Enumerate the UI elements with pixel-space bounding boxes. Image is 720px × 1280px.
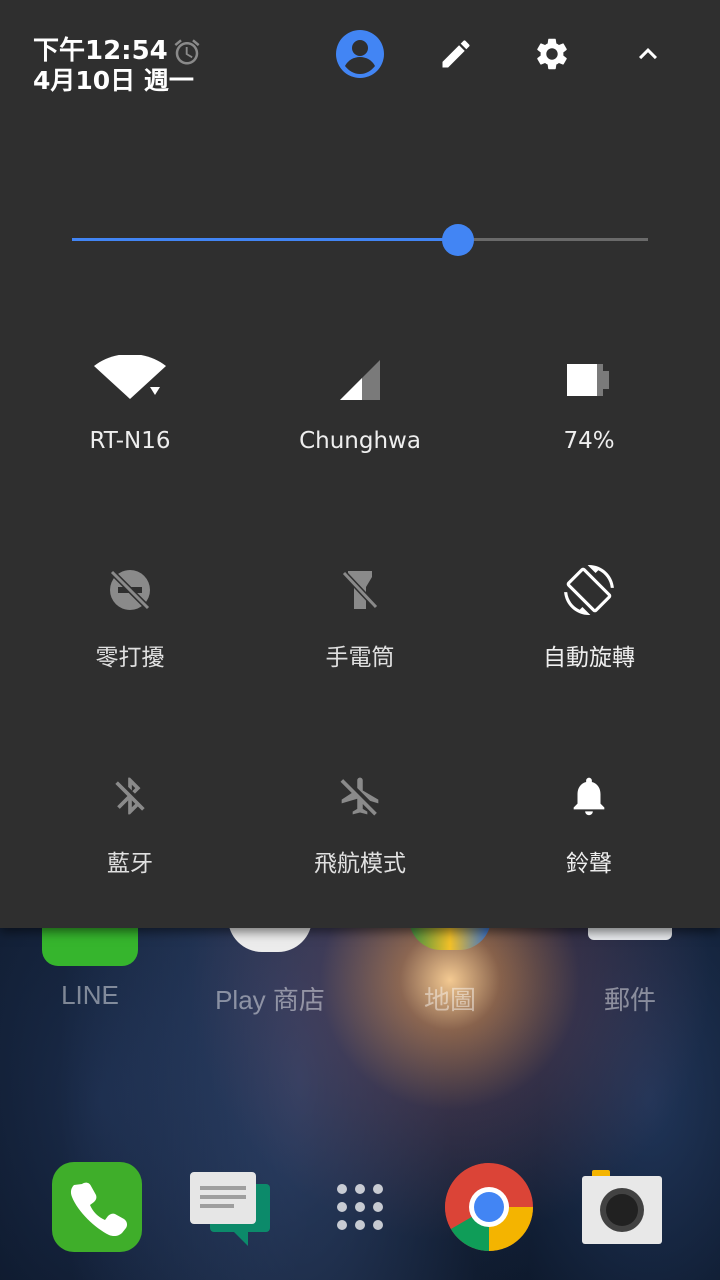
date[interactable]: 4月10日 週一 <box>33 66 194 96</box>
bell-icon <box>474 766 704 826</box>
tile-label: Chunghwa <box>299 428 421 454</box>
pencil-icon <box>438 36 474 76</box>
tile-label: RT-N16 <box>89 428 171 454</box>
home-app-label: LINE <box>61 980 119 1010</box>
brightness-slider[interactable] <box>72 222 648 258</box>
home-app-maps[interactable]: 地圖 <box>375 918 525 1018</box>
tile-airplane-mode[interactable]: 飛航模式 <box>245 766 475 916</box>
home-app-label: Play 商店 <box>215 985 325 1015</box>
tile-bluetooth[interactable]: 藍牙 <box>15 766 245 916</box>
edit-tiles-button[interactable] <box>432 32 480 80</box>
tile-label: 飛航模式 <box>314 851 406 877</box>
tile-do-not-disturb[interactable]: 零打擾 <box>15 560 245 710</box>
home-app-line[interactable]: LINE <box>15 918 165 1018</box>
home-app-play-store[interactable]: Play 商店 <box>195 918 345 1018</box>
home-app-mail[interactable]: 郵件 <box>555 918 705 1018</box>
tile-auto-rotate[interactable]: 自動旋轉 <box>474 560 704 710</box>
tile-flashlight[interactable]: 手電筒 <box>245 560 475 710</box>
phone-app-icon[interactable] <box>52 1162 142 1252</box>
tile-label: 自動旋轉 <box>543 645 635 671</box>
chrome-app-icon[interactable] <box>444 1162 534 1252</box>
user-switcher-button[interactable] <box>336 30 384 82</box>
cellular-signal-icon <box>245 350 475 410</box>
clock[interactable]: 下午12:54 <box>33 36 168 66</box>
tile-wifi[interactable]: RT-N16 <box>15 350 245 500</box>
tile-cellular[interactable]: Chunghwa <box>245 350 475 500</box>
tile-label: 零打擾 <box>95 645 165 671</box>
tile-label: 藍牙 <box>107 851 153 877</box>
screen-rotation-icon <box>474 560 704 620</box>
tile-label: 手電筒 <box>325 645 395 671</box>
tile-label: 鈴聲 <box>566 851 612 877</box>
tile-battery[interactable]: 74% <box>474 350 704 500</box>
quick-settings-panel: 下午12:54 4月10日 週一 RT-N16 Chunghwa 74% 零打擾… <box>0 0 720 928</box>
tile-ringer[interactable]: 鈴聲 <box>474 766 704 916</box>
airplane-off-icon <box>245 766 475 826</box>
wifi-icon <box>15 350 245 410</box>
app-drawer-icon[interactable] <box>315 1162 405 1252</box>
battery-icon <box>474 350 704 410</box>
chevron-up-icon <box>630 36 666 76</box>
camera-app-icon[interactable] <box>582 1162 672 1252</box>
alarm-clock-icon <box>172 37 202 67</box>
do-not-disturb-off-icon <box>15 560 245 620</box>
home-app-label: 郵件 <box>603 985 656 1015</box>
flashlight-off-icon <box>245 560 475 620</box>
account-icon <box>336 30 384 82</box>
tile-label: 74% <box>563 428 615 454</box>
bluetooth-off-icon <box>15 766 245 826</box>
gear-icon <box>533 35 571 77</box>
brightness-fill <box>72 238 458 241</box>
home-app-label: 地圖 <box>423 985 476 1015</box>
settings-button[interactable] <box>528 32 576 80</box>
messages-app-icon[interactable] <box>188 1162 278 1252</box>
collapse-button[interactable] <box>624 32 672 80</box>
brightness-thumb[interactable] <box>442 224 474 256</box>
